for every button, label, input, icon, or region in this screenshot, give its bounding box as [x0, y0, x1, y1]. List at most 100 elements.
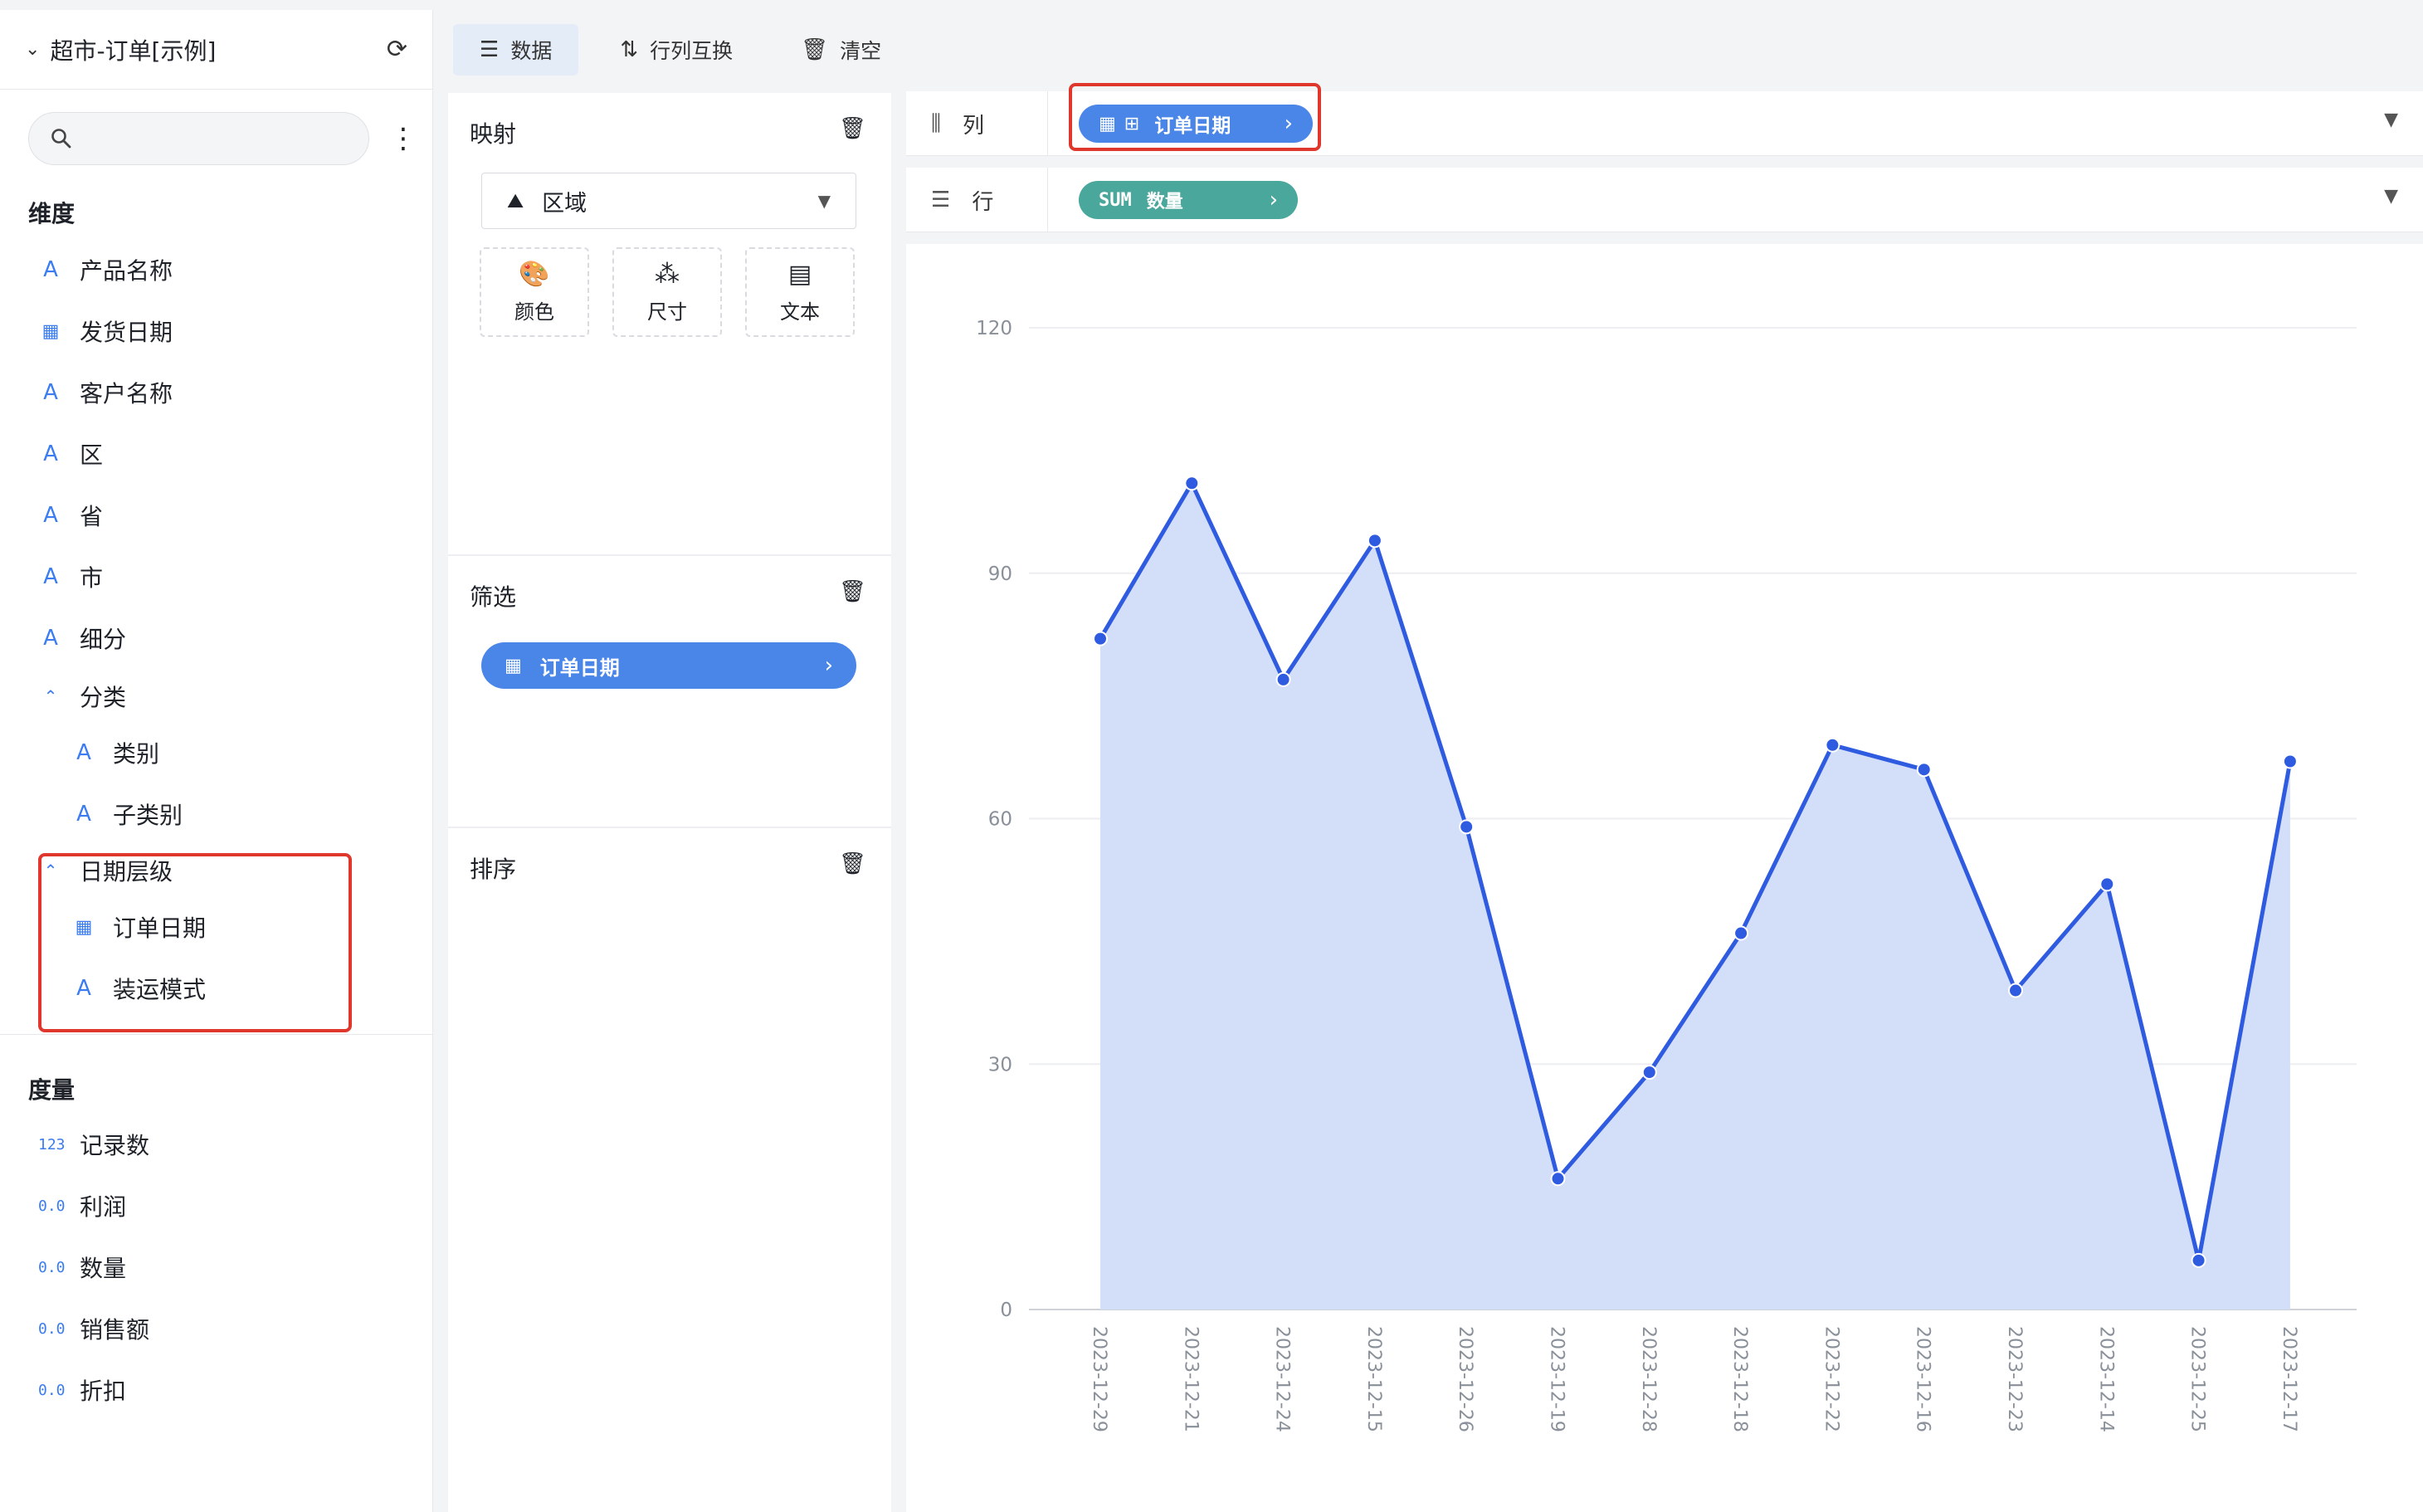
text-type-icon: A	[43, 503, 58, 528]
x-tick-label: 2023-12-17	[2279, 1326, 2299, 1432]
field-label: 客户名称	[80, 380, 173, 407]
y-tick-label: 60	[988, 809, 1012, 831]
field-profit[interactable]: 0.0 利润	[0, 1175, 126, 1236]
rows-shelf-label: ☰ 行	[931, 168, 993, 232]
search-box[interactable]	[28, 112, 369, 165]
field-label: 省	[80, 503, 104, 530]
search-icon	[51, 129, 71, 149]
area-chart-icon: ⛰	[507, 189, 524, 212]
text-type-icon: A	[43, 626, 58, 651]
field-label: 子类别	[113, 802, 183, 829]
field-label: 折扣	[80, 1378, 127, 1405]
field-discount[interactable]: 0.0 折扣	[0, 1359, 126, 1421]
more-vertical-icon[interactable]: ⋮	[389, 122, 417, 155]
chart-type-select[interactable]: ⛰ 区域 ▼	[481, 173, 856, 229]
x-tick-label: 2023-12-19	[1547, 1326, 1567, 1432]
search-row: ⋮	[0, 111, 432, 166]
search-input[interactable]	[84, 125, 333, 152]
caret-down-icon: ▼	[817, 191, 831, 211]
mark-size-button[interactable]: ⁂ 尺寸	[612, 247, 722, 337]
field-label: 产品名称	[80, 257, 173, 285]
field-province[interactable]: A 省	[0, 485, 103, 546]
filter-pill-order-date[interactable]: ▦ 订单日期 ›	[481, 642, 856, 689]
data-point	[1916, 762, 1932, 778]
columns-shelf-label: ⫼ 列	[931, 91, 984, 156]
list-icon: ☰	[931, 188, 951, 212]
x-tick-label: 2023-12-28	[1638, 1326, 1659, 1432]
mark-size-label: 尺寸	[647, 300, 687, 324]
decimal-type-icon: 0.0	[38, 1197, 66, 1215]
chart-type-value: 区域	[542, 190, 587, 217]
clear-button[interactable]: 🗑 清空	[774, 24, 908, 76]
field-quantity[interactable]: 0.0 数量	[0, 1236, 126, 1298]
x-tick-label: 2023-12-29	[1089, 1326, 1109, 1432]
clear-label: 清空	[840, 39, 882, 63]
chevron-down-icon[interactable]: ⌄	[25, 39, 40, 60]
field-category[interactable]: A 类别	[0, 722, 159, 783]
field-region[interactable]: A 区	[0, 423, 103, 485]
field-ship-date[interactable]: ▦ 发货日期	[0, 300, 173, 362]
field-customer-name[interactable]: A 客户名称	[0, 362, 173, 423]
mark-color-button[interactable]: 🎨 颜色	[480, 247, 589, 337]
columns-label-text: 列	[962, 113, 984, 139]
x-tick-label: 2023-12-21	[1180, 1326, 1201, 1432]
y-tick-label: 30	[988, 1054, 1012, 1075]
data-tab-button[interactable]: ☰ 数据	[453, 24, 579, 76]
swap-icon: ⇅	[620, 37, 639, 62]
field-record-count[interactable]: 123 记录数	[0, 1114, 149, 1175]
text-doc-icon: ▤	[787, 260, 812, 289]
data-point	[1367, 533, 1382, 549]
trash-icon[interactable]: 🗑	[839, 579, 866, 604]
row-pill-sum-quantity[interactable]: SUM 数量 ›	[1079, 181, 1298, 219]
palette-icon: 🎨	[519, 260, 550, 289]
field-label: 细分	[80, 626, 127, 653]
field-label: 类别	[113, 740, 160, 768]
field-subcategory[interactable]: A 子类别	[0, 783, 183, 845]
caret-down-icon[interactable]: ▼	[2384, 186, 2398, 207]
y-tick-label: 90	[988, 563, 1012, 585]
text-type-icon: A	[43, 380, 58, 405]
data-point	[1184, 476, 1200, 491]
group-label: 分类	[80, 684, 127, 711]
dimensions-title: 维度	[28, 200, 76, 227]
swap-rows-columns-button[interactable]: ⇅ 行列互换	[593, 24, 759, 76]
chevron-up-icon[interactable]: ⌃	[38, 686, 63, 706]
field-label: 数量	[80, 1255, 127, 1282]
field-product-name[interactable]: A 产品名称	[0, 239, 173, 300]
trash-icon: 🗑	[801, 37, 829, 62]
chevron-right-icon[interactable]: ›	[825, 653, 833, 678]
refresh-icon[interactable]: ⟳	[387, 35, 407, 64]
field-segment[interactable]: A 细分	[0, 607, 126, 669]
app-root: ⌄ 超市-订单[示例] ⟳ ⋮ 维度 A 产品名称 ▦ 发货日期 A 客户名称 …	[0, 0, 2423, 1512]
text-type-icon: A	[43, 564, 58, 589]
x-tick-label: 2023-12-24	[1272, 1326, 1293, 1432]
data-tab-label: 数据	[510, 39, 553, 63]
y-tick-label: 0	[1000, 1300, 1012, 1321]
columns-shelf[interactable]: ⫼ 列 ▦ ⊞ 订单日期 › ▼	[906, 83, 2423, 156]
shelf-separator	[1047, 91, 1048, 156]
caret-down-icon[interactable]: ▼	[2384, 110, 2398, 130]
mark-text-button[interactable]: ▤ 文本	[745, 247, 855, 337]
dataset-header[interactable]: ⌄ 超市-订单[示例] ⟳	[0, 10, 432, 90]
x-tick-label: 2023-12-15	[1363, 1326, 1384, 1432]
rows-shelf[interactable]: ☰ 行 SUM 数量 › ▼	[906, 168, 2423, 232]
panel-divider	[448, 554, 891, 556]
integer-type-icon: 123	[38, 1135, 66, 1154]
trash-icon[interactable]: 🗑	[839, 851, 866, 876]
x-tick-label: 2023-12-18	[1729, 1326, 1750, 1432]
trash-icon[interactable]: 🗑	[839, 116, 866, 141]
decimal-type-icon: 0.0	[38, 1319, 66, 1338]
field-sales[interactable]: 0.0 销售额	[0, 1298, 149, 1359]
swap-label: 行列互换	[650, 39, 734, 63]
mark-color-label: 颜色	[514, 300, 554, 324]
config-panel: 映射 🗑 ⛰ 区域 ▼ 🎨 颜色 ⁂ 尺寸 ▤ 文本 筛选 🗑 ▦ 订单日期 ›…	[448, 93, 891, 1512]
database-icon: ☰	[480, 37, 500, 62]
aggregation-label: SUM	[1099, 189, 1132, 211]
data-point	[2008, 983, 2023, 998]
filter-pill-label: 订单日期	[539, 656, 620, 680]
data-point	[1550, 1171, 1566, 1187]
chevron-right-icon[interactable]: ›	[1270, 188, 1278, 212]
group-category[interactable]: ⌃ 分类	[0, 666, 126, 727]
field-city[interactable]: A 市	[0, 546, 103, 607]
top-toolbar: ☰ 数据 ⇅ 行列互换 🗑 清空	[433, 10, 2423, 90]
